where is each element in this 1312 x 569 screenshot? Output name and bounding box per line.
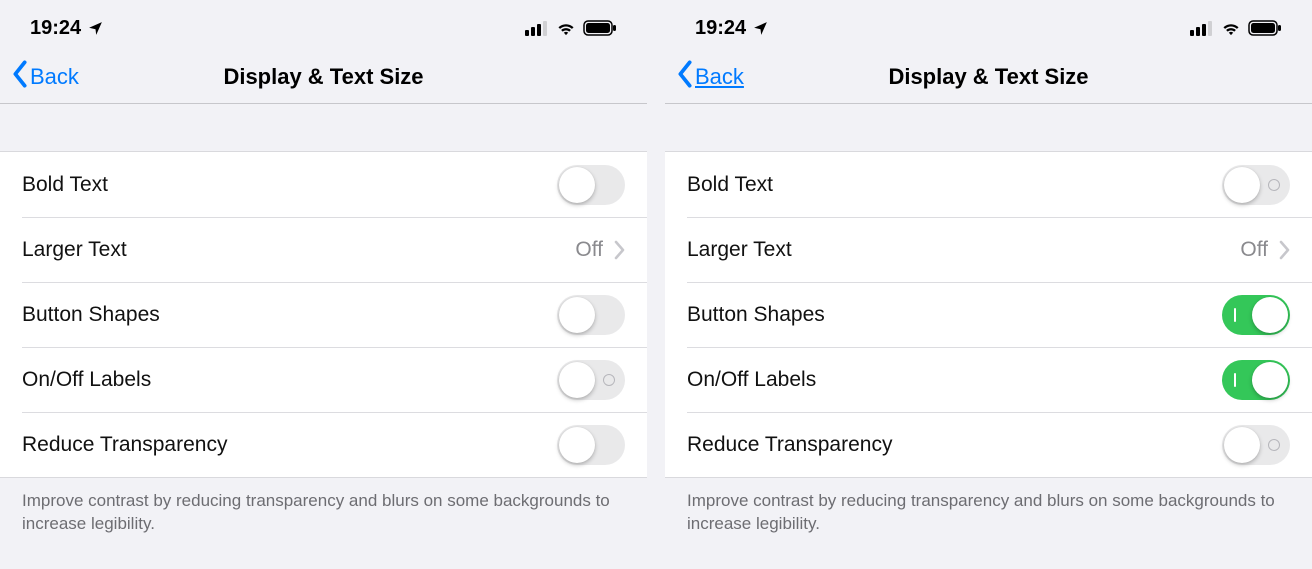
- toggle-reduce-transparency[interactable]: [1222, 425, 1290, 465]
- row-reduce-transparency[interactable]: Reduce Transparency: [0, 412, 647, 477]
- page-title: Display & Text Size: [0, 64, 647, 90]
- row-label: On/Off Labels: [687, 368, 816, 392]
- row-value: Off: [575, 238, 603, 262]
- back-button[interactable]: Back: [10, 60, 79, 94]
- toggle-bold-text[interactable]: [557, 165, 625, 205]
- screen-right: 19:24 Back Display & Text Size: [665, 0, 1312, 569]
- row-bold-text[interactable]: Bold Text: [0, 152, 647, 217]
- section-spacer: [665, 104, 1312, 152]
- location-services-icon: [87, 20, 104, 37]
- toggle-onoff-labels[interactable]: [1222, 360, 1290, 400]
- screen-left: 19:24 Back Display & Text Size: [0, 0, 647, 569]
- settings-list: Bold Text Larger Text Off Button Shapes …: [0, 152, 647, 477]
- row-label: Larger Text: [687, 238, 792, 262]
- nav-bar: Back Display & Text Size: [665, 50, 1312, 104]
- chevron-right-icon: [613, 240, 625, 260]
- back-label: Back: [695, 64, 744, 90]
- status-bar: 19:24: [665, 0, 1312, 50]
- wifi-icon: [1220, 20, 1242, 36]
- battery-icon: [1248, 20, 1282, 36]
- section-spacer: [0, 104, 647, 152]
- battery-icon: [583, 20, 617, 36]
- row-label: Reduce Transparency: [687, 433, 892, 457]
- toggle-button-shapes[interactable]: [557, 295, 625, 335]
- status-time: 19:24: [695, 17, 746, 40]
- back-button[interactable]: Back: [675, 60, 744, 94]
- cellular-signal-icon: [525, 20, 549, 36]
- section-footer: Improve contrast by reducing transparenc…: [665, 477, 1312, 566]
- nav-bar: Back Display & Text Size: [0, 50, 647, 104]
- chevron-right-icon: [1278, 240, 1290, 260]
- wifi-icon: [555, 20, 577, 36]
- toggle-button-shapes[interactable]: [1222, 295, 1290, 335]
- row-button-shapes[interactable]: Button Shapes: [665, 282, 1312, 347]
- row-onoff-labels[interactable]: On/Off Labels: [0, 347, 647, 412]
- section-footer: Improve contrast by reducing transparenc…: [0, 477, 647, 566]
- row-label: Bold Text: [687, 173, 773, 197]
- back-label: Back: [30, 64, 79, 90]
- row-label: Button Shapes: [22, 303, 160, 327]
- chevron-left-icon: [10, 60, 30, 94]
- row-reduce-transparency[interactable]: Reduce Transparency: [665, 412, 1312, 477]
- row-label: Button Shapes: [687, 303, 825, 327]
- status-time: 19:24: [30, 17, 81, 40]
- row-label: On/Off Labels: [22, 368, 151, 392]
- row-label: Bold Text: [22, 173, 108, 197]
- settings-list: Bold Text Larger Text Off Button Shapes …: [665, 152, 1312, 477]
- row-bold-text[interactable]: Bold Text: [665, 152, 1312, 217]
- chevron-left-icon: [675, 60, 695, 94]
- row-value: Off: [1240, 238, 1268, 262]
- toggle-onoff-labels[interactable]: [557, 360, 625, 400]
- row-onoff-labels[interactable]: On/Off Labels: [665, 347, 1312, 412]
- status-bar: 19:24: [0, 0, 647, 50]
- toggle-reduce-transparency[interactable]: [557, 425, 625, 465]
- row-label: Reduce Transparency: [22, 433, 227, 457]
- row-larger-text[interactable]: Larger Text Off: [0, 217, 647, 282]
- page-title: Display & Text Size: [665, 64, 1312, 90]
- location-services-icon: [752, 20, 769, 37]
- toggle-bold-text[interactable]: [1222, 165, 1290, 205]
- row-button-shapes[interactable]: Button Shapes: [0, 282, 647, 347]
- row-larger-text[interactable]: Larger Text Off: [665, 217, 1312, 282]
- cellular-signal-icon: [1190, 20, 1214, 36]
- row-label: Larger Text: [22, 238, 127, 262]
